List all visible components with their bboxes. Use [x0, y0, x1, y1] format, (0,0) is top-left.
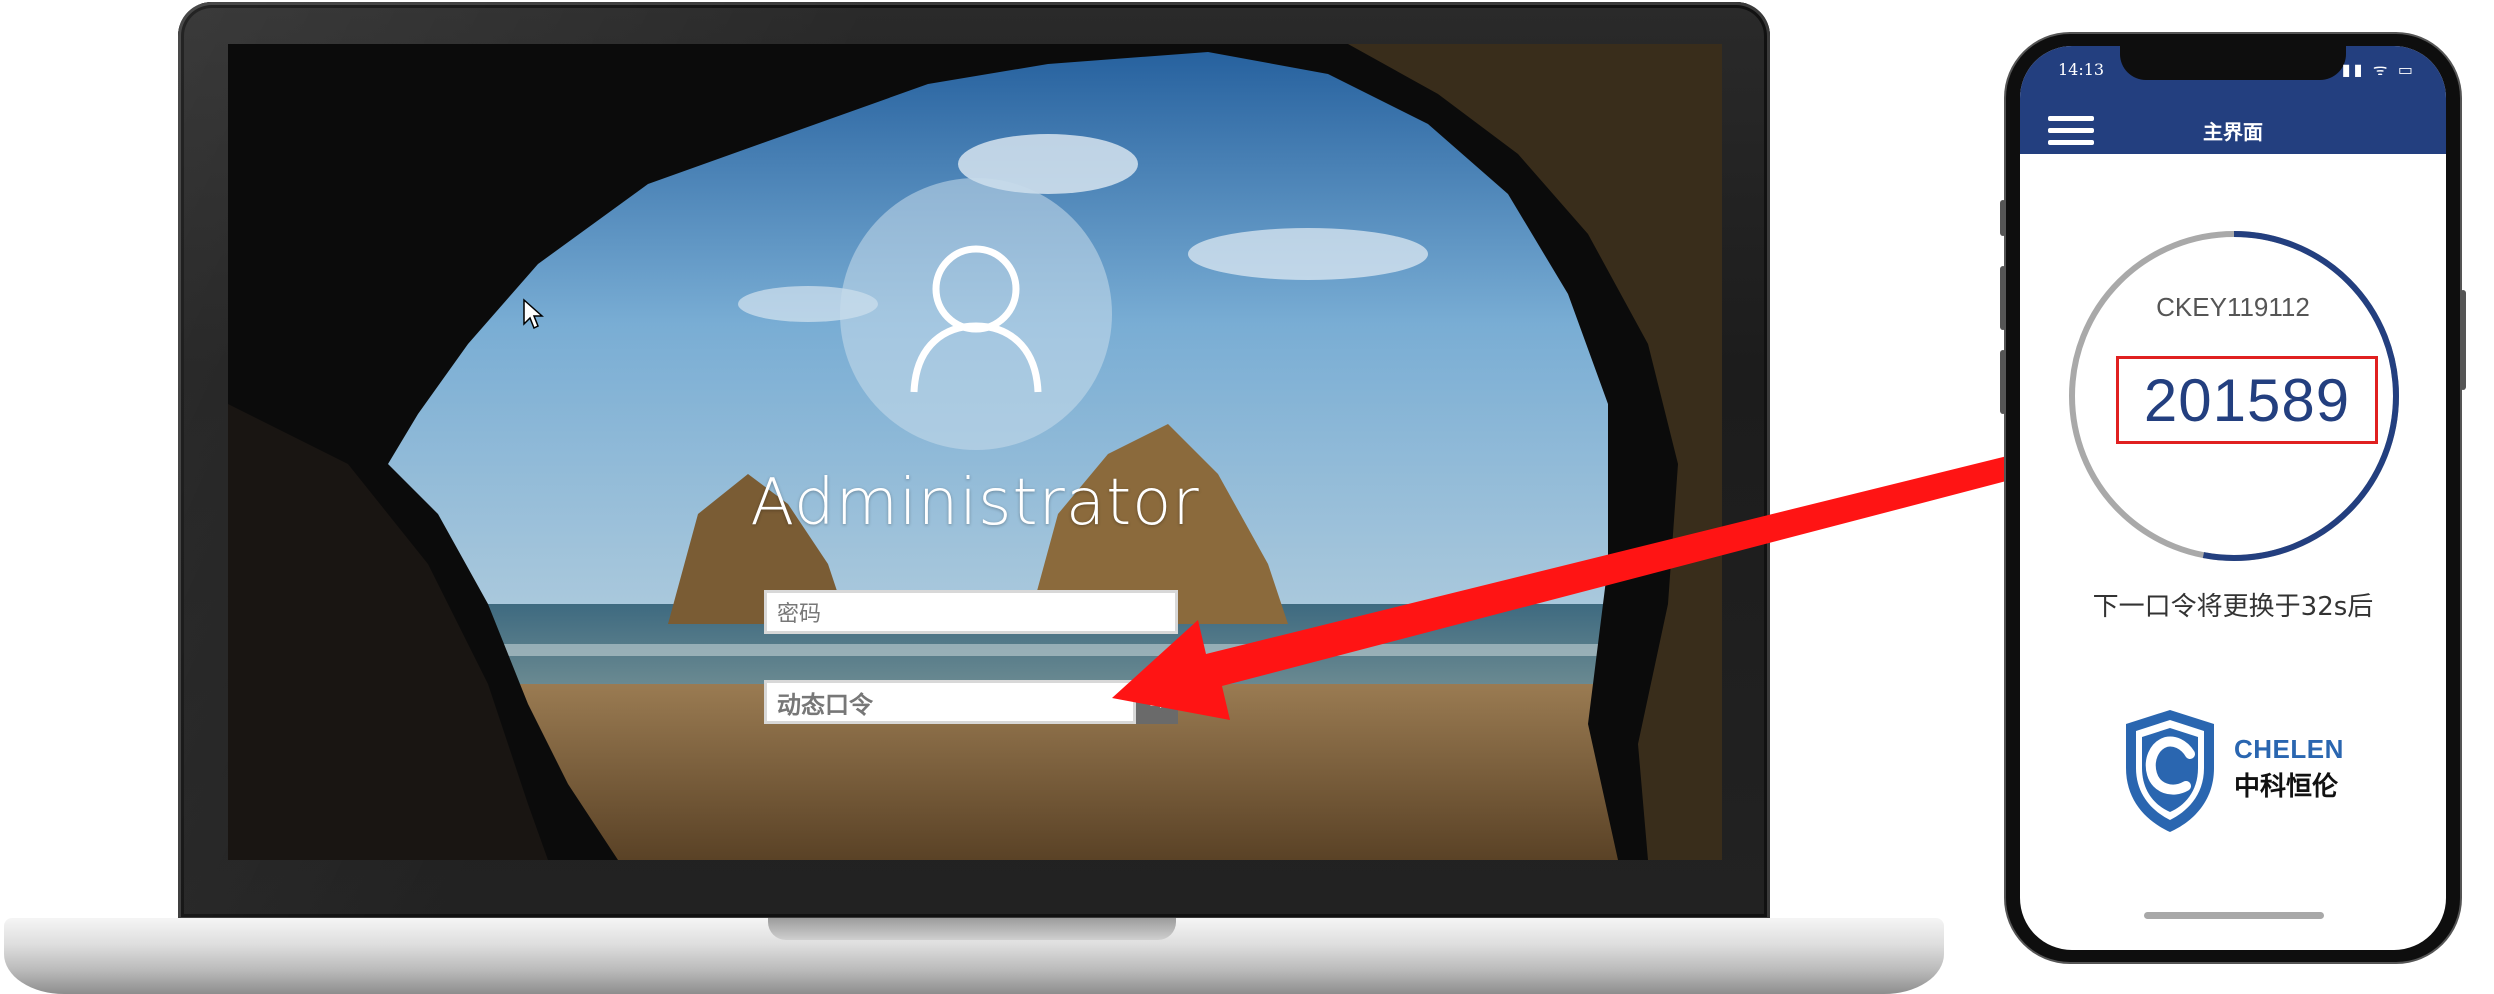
brand-name-en: CHELEN [2234, 734, 2344, 764]
phone-notch [2120, 46, 2346, 80]
home-indicator[interactable] [2144, 912, 2324, 919]
status-icons: ▮▮ ᯤ ▭ [2341, 62, 2416, 79]
countdown-text: 下一口令将更换于32s后 [2092, 592, 2374, 622]
phone-power-button [2460, 290, 2466, 390]
status-time: 14:13 [2058, 60, 2105, 79]
status-bar: 14:13 ▮▮ ᯤ ▭ [2020, 46, 2446, 104]
app-header: 主界面 [2020, 104, 2446, 154]
otp-code: 201589 [2116, 356, 2378, 444]
token-serial-number: CKEY119112 [2156, 292, 2310, 322]
token-app-screen: 14:13 ▮▮ ᯤ ▭ 主界面 CKEY119112 201589 下一口令将… [2020, 46, 2446, 950]
shield-c-logo-icon [2126, 710, 2214, 832]
brand-name-cn: 中科恒伦 [2234, 772, 2339, 802]
page-title: 主界面 [2203, 122, 2263, 144]
